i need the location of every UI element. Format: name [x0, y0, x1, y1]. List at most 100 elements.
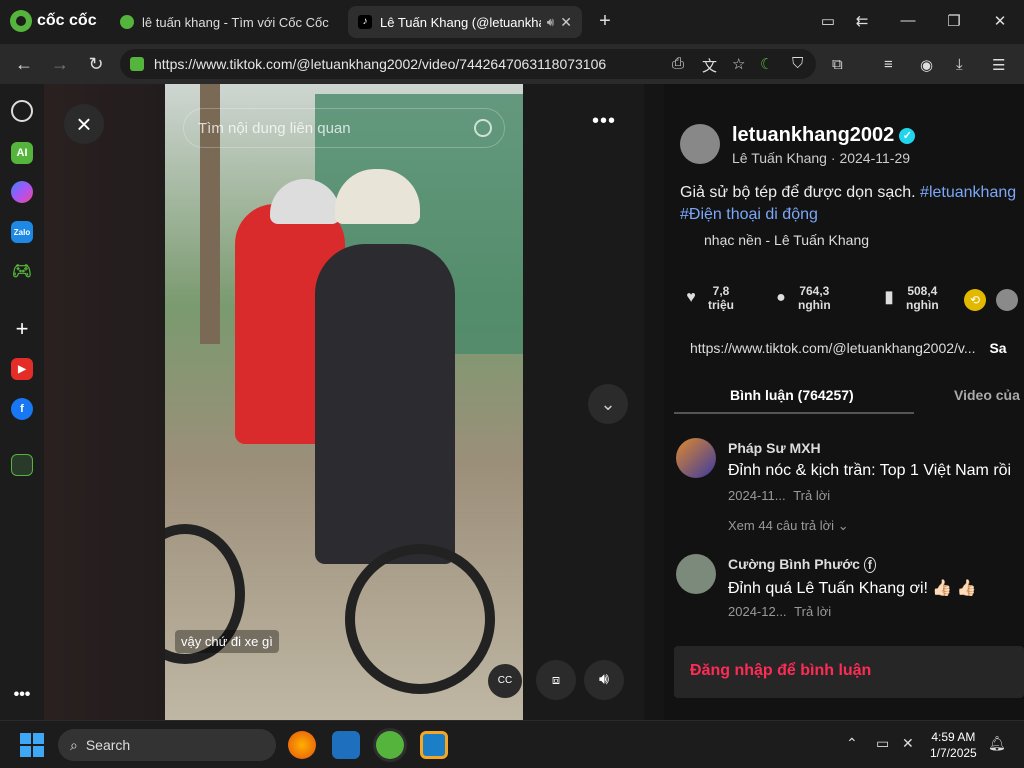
taskbar-search[interactable]: ⌕ Search [58, 729, 276, 761]
commenter-name[interactable]: Cường Bình Phước f [728, 556, 876, 573]
coccoc-logo[interactable]: cốc cốc [10, 10, 97, 32]
ai-assistant-icon[interactable]: AI [11, 142, 33, 164]
volume-muted-icon[interactable]: ✕ [902, 735, 914, 752]
tab-comments[interactable]: Bình luận (764257) [730, 387, 854, 403]
reply-button[interactable]: Trả lời [794, 604, 831, 619]
save-count: 508,4 [907, 284, 938, 298]
search-icon[interactable] [474, 119, 492, 137]
copy-link-button[interactable]: Sa [989, 340, 1006, 356]
more-options-icon[interactable]: ••• [11, 684, 33, 706]
post-description-text: Giả sử bộ tép để được dọn sạch. [680, 184, 921, 201]
tiktok-content: Tìm nội dung liên quan vậy chứ đi xe gì … [44, 84, 1024, 720]
coccoc-logo-icon [10, 10, 32, 32]
commenter-avatar[interactable] [676, 438, 716, 478]
like-count-unit: triệu [708, 298, 735, 312]
address-bar[interactable]: https://www.tiktok.com/@letuankhang2002/… [120, 49, 816, 79]
shield-icon[interactable]: ⛉ [792, 55, 803, 72]
close-window-button[interactable]: ✕ [990, 12, 1010, 30]
tray-chevron-up-icon[interactable]: ⌃ [846, 735, 858, 752]
add-sidebar-item-icon[interactable]: + [11, 316, 33, 341]
related-search-placeholder: Tìm nội dung liên quan [198, 119, 351, 137]
login-to-comment-bar[interactable]: Đăng nhập để bình luận [674, 646, 1024, 698]
minimize-button[interactable]: — [898, 12, 918, 29]
verified-badge-icon: ✓ [899, 127, 916, 144]
comment-button[interactable]: ● 764,3 nghìn [772, 284, 831, 312]
notification-bell-icon[interactable]: 🔔︎ [988, 735, 1006, 752]
view-replies-button[interactable]: Xem 44 câu trả lời ⌄ [728, 518, 849, 534]
volume-icon[interactable]: 🔊︎ [584, 660, 624, 700]
like-button[interactable]: ♥ 7,8 triệu [682, 284, 734, 312]
music-link[interactable]: nhạc nền - Lê Tuấn Khang [704, 232, 869, 248]
comment-bubble-icon: ● [776, 289, 786, 306]
zalo-icon[interactable]: Zalo [11, 221, 33, 243]
translate-icon[interactable]: 文 [702, 55, 717, 76]
tab-search[interactable]: lê tuấn khang - Tìm với Cốc Cốc [110, 6, 344, 38]
clock-date: 1/7/2025 [930, 746, 977, 760]
next-video-chevron-down-icon[interactable]: ⌄ [588, 384, 628, 424]
firefox-icon[interactable] [288, 731, 316, 759]
bookmark-icon: ▮ [884, 289, 894, 306]
menu-icon[interactable]: ☰ [992, 56, 1005, 74]
new-tab-button[interactable]: + [594, 10, 616, 32]
embed-icon[interactable] [996, 289, 1018, 311]
youtube-icon[interactable]: ▶ [11, 358, 33, 380]
comment-text: Đỉnh nóc & kịch trần: Top 1 Việt Nam rồi [728, 462, 1012, 479]
tab-list-icon[interactable]: ⇇ [852, 12, 872, 30]
tab-creator-videos[interactable]: Video của n [954, 387, 1024, 403]
commenter-avatar[interactable] [676, 554, 716, 594]
install-app-icon[interactable]: ⎙ [672, 55, 684, 72]
messenger-icon[interactable] [11, 181, 33, 203]
extensions-icon[interactable]: ⧉ [832, 56, 843, 73]
save-count-unit: nghìn [906, 298, 939, 312]
repost-icon[interactable]: ⟲ [964, 289, 986, 311]
maximize-button[interactable]: ❐ [944, 12, 964, 30]
tab-close-icon[interactable]: ✕ [560, 14, 572, 31]
site-info-icon[interactable] [130, 57, 144, 71]
facebook-icon[interactable]: f [11, 398, 33, 420]
download-icon[interactable]: ⤓ [956, 56, 963, 73]
network-icon[interactable]: ▭ [876, 735, 889, 752]
profile-icon[interactable]: ◉ [920, 56, 933, 74]
hashtag-link[interactable]: #letuankhang [920, 184, 1016, 201]
captions-cc-icon[interactable]: CC [488, 664, 522, 698]
screenshot-icon[interactable]: ▭ [818, 12, 838, 30]
virtualbox-icon[interactable] [420, 731, 448, 759]
reply-button[interactable]: Trả lời [793, 488, 830, 503]
video-link[interactable]: https://www.tiktok.com/@letuankhang2002/… [690, 340, 1007, 356]
author-avatar[interactable] [680, 124, 720, 164]
related-search-input[interactable]: Tìm nội dung liên quan [183, 108, 505, 148]
view-replies-label: Xem 44 câu trả lời [728, 518, 835, 533]
comment-count-unit: nghìn [798, 298, 831, 312]
bookmark-star-icon[interactable]: ☆ [732, 55, 745, 73]
comment-text: Đỉnh quá Lê Tuấn Khang ơi! 👍🏻 👍🏻 [728, 580, 977, 597]
more-options-icon[interactable]: ••• [592, 110, 616, 133]
hashtag-link[interactable]: #Điện thoại di động [680, 206, 818, 223]
save-button[interactable]: ▮ 508,4 nghìn [880, 284, 939, 312]
dark-mode-icon[interactable]: ☾ [760, 55, 773, 73]
windows-start-icon[interactable] [20, 733, 44, 757]
audio-playing-icon[interactable]: 🔊︎ [547, 15, 555, 30]
tab-tiktok[interactable]: ♪ Lê Tuấn Khang (@letuankhang 🔊︎ ✕ [348, 6, 582, 38]
photos-app-icon[interactable] [332, 731, 360, 759]
facebook-badge-icon: f [863, 557, 876, 573]
reload-button[interactable]: ↻ [86, 54, 106, 74]
media-control-icon[interactable]: ≡ [884, 56, 893, 73]
back-button[interactable]: ← [14, 54, 34, 74]
picture-in-picture-icon[interactable]: ⧈ [536, 660, 576, 700]
post-panel: letuankhang2002 ✓ Lê Tuấn Khang · 2024-11… [664, 84, 1024, 720]
login-to-comment-link[interactable]: Đăng nhập để bình luận [690, 662, 871, 680]
url-text[interactable]: https://www.tiktok.com/@letuankhang2002/… [154, 56, 606, 72]
system-clock[interactable]: 4:59 AM 1/7/2025 [930, 729, 977, 761]
tab-title: Lê Tuấn Khang (@letuankhang [380, 14, 541, 30]
coccoc-2024-icon[interactable] [11, 454, 33, 476]
coccoc-taskbar-icon[interactable] [376, 731, 404, 759]
history-icon[interactable] [11, 100, 33, 122]
comment-meta: 2024-11... Trả lời [728, 488, 830, 503]
game-icon[interactable]: 🎮︎ [11, 260, 33, 282]
video-frame-motorbike [165, 414, 523, 714]
commenter-name[interactable]: Pháp Sư MXH [728, 440, 821, 456]
forward-button[interactable]: → [50, 54, 70, 74]
author-username[interactable]: letuankhang2002 ✓ [732, 124, 916, 147]
video-player[interactable]: Tìm nội dung liên quan vậy chứ đi xe gì [165, 84, 523, 720]
close-video-button[interactable]: × [64, 104, 104, 144]
